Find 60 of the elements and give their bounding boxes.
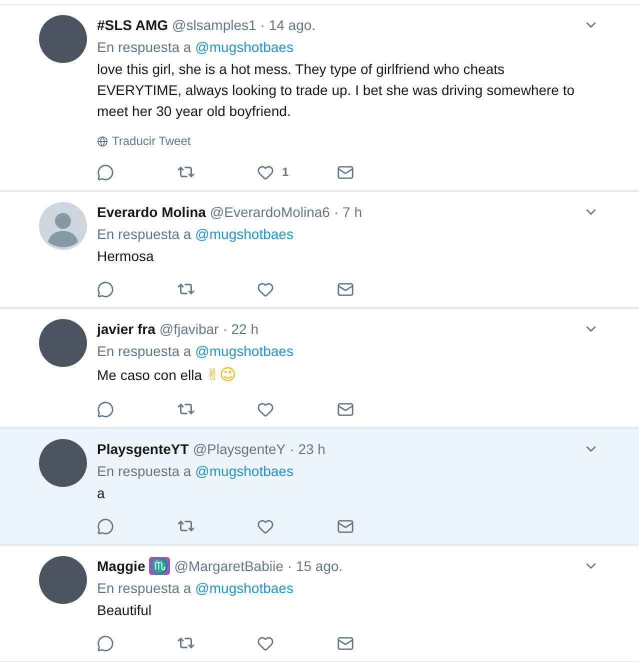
zodiac-badge: ♏ — [149, 557, 170, 575]
reply-mention-link[interactable]: @mugshotbaes — [195, 461, 294, 481]
message-icon[interactable] — [337, 400, 354, 418]
tweet-text: a — [97, 484, 105, 503]
reply-icon[interactable] — [97, 164, 114, 180]
user-name[interactable]: Maggie — [97, 556, 146, 576]
avatar-silhouette-icon — [39, 202, 87, 250]
tweet-time[interactable]: · 23 h — [290, 439, 326, 459]
tweet-text: love this girl, she is a hot mess. They type of girlfriend who cheats EVERYTIME, always looking to trade up. I bet she was driving somewhere to meet her 30 year old boyfriend. — [97, 60, 576, 121]
reply-mention-link[interactable]: @mugshotbaes — [195, 224, 294, 244]
translate-link[interactable]: Traducir Tweet — [112, 132, 191, 150]
reply-label: En respuesta a — [97, 579, 192, 598]
tweet-card[interactable]: Maggie ♏ @MargaretBabiie · 15 ago. En respuesta a @mugshotbaes Beautiful — [0, 545, 639, 662]
reply-mention-link[interactable]: @mugshotbaes — [195, 578, 294, 598]
avatar-photo-placeholder[interactable] — [39, 556, 87, 604]
tweet-text: Beautiful — [97, 601, 152, 620]
like-icon[interactable] — [257, 400, 274, 418]
avatar-photo-placeholder[interactable] — [39, 439, 87, 487]
reply-icon[interactable] — [97, 634, 114, 652]
globe-icon — [97, 136, 108, 146]
tweet-time[interactable]: · 22 h — [222, 319, 259, 339]
like-icon[interactable] — [257, 634, 274, 652]
reply-label: En respuesta a — [97, 462, 192, 481]
message-icon[interactable] — [337, 634, 354, 652]
user-name[interactable]: #SLS AMG — [97, 15, 168, 35]
tweet-text: Hermosa — [97, 247, 154, 266]
tweet-card[interactable]: PlaysgenteYT @PlaysgenteY · 23 h En respuesta a @mugshotbaes a — [0, 428, 639, 545]
avatar-photo-placeholder[interactable] — [39, 15, 87, 63]
reply-label: En respuesta a — [97, 342, 192, 361]
user-handle[interactable]: @slsamples1 — [172, 15, 256, 35]
reply-label: En respuesta a — [97, 225, 192, 244]
user-handle[interactable]: @PlaysgenteY — [192, 439, 286, 459]
reply-mention-link[interactable]: @mugshotbaes — [195, 37, 294, 57]
emoji: ✌😉 — [206, 364, 236, 386]
message-icon[interactable] — [337, 280, 354, 298]
user-name[interactable]: Everardo Molina — [97, 202, 206, 222]
reply-label: En respuesta a — [97, 38, 192, 57]
message-icon[interactable] — [337, 518, 354, 534]
reply-mention-link[interactable]: @mugshotbaes — [195, 341, 294, 361]
reply-icon[interactable] — [97, 280, 114, 298]
tweet-card[interactable]: javier fra @fjavibar · 22 h En respuesta a @mugshotbaes Me caso con ella ✌😉 — [0, 308, 639, 428]
tweet-time[interactable]: · 7 h — [334, 202, 362, 222]
like-icon[interactable] — [257, 280, 274, 298]
reply-icon[interactable] — [97, 400, 114, 418]
tweet-card[interactable]: Everardo Molina @EverardoMolina6 · 7 h En respuesta a @mugshotbaes Hermosa — [0, 191, 639, 308]
user-name[interactable]: PlaysgenteYT — [97, 439, 189, 459]
user-handle[interactable]: @MargaretBabiie — [174, 556, 284, 576]
tweet-time[interactable]: · 15 ago. — [287, 556, 343, 576]
like-icon[interactable] — [257, 164, 274, 180]
message-icon[interactable] — [337, 164, 354, 180]
avatar-photo-placeholder[interactable] — [39, 319, 87, 367]
user-name[interactable]: javier fra — [97, 319, 156, 339]
tweet-card[interactable] — [0, 4, 639, 191]
reply-icon[interactable] — [97, 518, 114, 534]
user-handle[interactable]: @EverardoMolina6 — [210, 202, 330, 222]
tweet-time[interactable]: · 14 ago. — [260, 15, 316, 35]
user-handle[interactable]: @fjavibar — [159, 319, 219, 339]
like-icon[interactable] — [257, 518, 274, 534]
like-count: 1 — [282, 164, 289, 181]
tweet-text: Me caso con ella — [97, 366, 202, 384]
